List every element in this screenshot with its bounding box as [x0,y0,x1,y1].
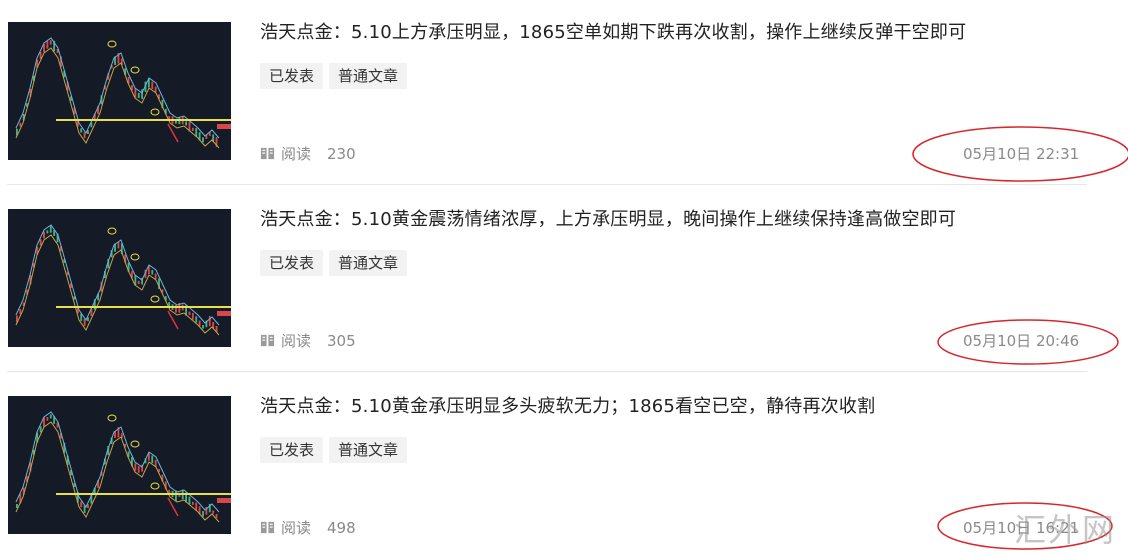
chart-preview [15,37,231,149]
article-list: 浩天点金：5.10上方承压明显，1865空单如期下跌再次收割，操作上继续反弹干空… [0,0,1128,559]
candle [134,88,137,98]
peak-marker [150,482,160,490]
article-thumbnail[interactable] [8,396,231,534]
divider [7,184,1087,185]
moving-average-line [15,234,220,336]
candle [114,431,116,438]
peak-marker [107,40,117,48]
peak-marker [130,253,140,261]
candle [43,231,45,239]
candle [208,316,211,327]
article-item: 浩天点金：5.10黄金震荡情绪浓厚，上方承压明显，晚间操作上继续保持逢高做空即可… [0,187,1128,374]
publish-date: 05月10日 22:31 [963,145,1080,163]
candle [188,496,191,505]
moving-average-line [15,224,220,326]
publish-date: 05月10日 20:46 [963,332,1080,350]
candle [198,320,201,327]
tag-list: 已发表 普通文章 [260,63,408,89]
candle [49,414,52,419]
peak-marker [130,66,140,74]
candle [188,311,191,316]
down-arrow [167,123,179,143]
price-tag [217,124,231,129]
candle [137,280,140,285]
candle [185,121,188,126]
book-icon [260,334,275,347]
candle [195,502,198,511]
candle [191,127,194,131]
price-tag [217,311,231,316]
candle [202,511,204,517]
read-stats: 阅读 305 [260,330,356,351]
article-thumbnail[interactable] [8,22,231,160]
peak-marker [107,227,117,235]
article-title[interactable]: 浩天点金：5.10黄金震荡情绪浓厚，上方承压明显，晚间操作上继续保持逢高做空即可 [260,205,956,231]
candle [151,455,154,464]
candle [191,501,194,505]
candle [137,92,140,99]
candle [191,312,194,320]
price-tag [217,498,231,503]
peak-marker [130,440,140,448]
peak-marker [150,295,160,303]
candle [117,242,120,249]
article-item: 浩天点金：5.10上方承压明显，1865空单如期下跌再次收割，操作上继续反弹干空… [0,0,1128,187]
divider [7,371,1087,372]
candle [19,122,22,127]
article-title[interactable]: 浩天点金：5.10上方承压明显，1865空单如期下跌再次收割，操作上继续反弹干空… [260,18,966,44]
type-tag: 普通文章 [329,63,408,89]
candle [137,466,140,473]
type-tag: 普通文章 [329,250,408,276]
candle [202,137,204,143]
candle [134,463,137,471]
article-thumbnail[interactable] [8,209,231,347]
candle [168,116,171,120]
article-title[interactable]: 浩天点金：5.10黄金承压明显多头疲软无力；1865看空已空，静待再次收割 [260,392,875,418]
type-tag: 普通文章 [329,437,408,463]
candle [215,514,218,518]
read-label: 阅读 [281,519,312,537]
candle [151,270,154,275]
candle [46,230,49,234]
candle [80,501,83,508]
book-icon [260,147,275,160]
status-tag: 已发表 [260,250,324,276]
read-count: 498 [327,518,356,537]
candle [154,273,157,280]
candle [154,86,157,93]
book-icon [260,521,275,534]
read-stats: 阅读 230 [260,143,356,164]
read-stats: 阅读 498 [260,517,356,538]
chart-preview [15,224,231,336]
chart-preview [15,411,231,523]
article-item: 浩天点金：5.10黄金承压明显多头疲软无力；1865看空已空，静待再次收割 已发… [0,374,1128,559]
read-label: 阅读 [281,332,312,350]
read-label: 阅读 [281,145,312,163]
candle [39,239,42,246]
candle [202,325,204,329]
peak-marker [107,414,117,422]
candle [151,81,154,90]
watermark-logo: 汇外网 [1013,511,1116,549]
candle [39,426,42,433]
tag-list: 已发表 普通文章 [260,437,408,463]
read-count: 230 [327,144,356,163]
candle [49,226,52,233]
candle [46,417,49,421]
status-tag: 已发表 [260,437,324,463]
candle [83,132,86,139]
peak-marker [150,108,160,116]
read-count: 305 [327,331,356,350]
status-tag: 已发表 [260,63,324,89]
candle [46,41,49,49]
candle [80,128,83,133]
tag-list: 已发表 普通文章 [260,250,408,276]
down-arrow [167,310,179,330]
candle [16,503,18,509]
candle [49,40,52,45]
candle [195,316,198,323]
candle [212,510,215,514]
